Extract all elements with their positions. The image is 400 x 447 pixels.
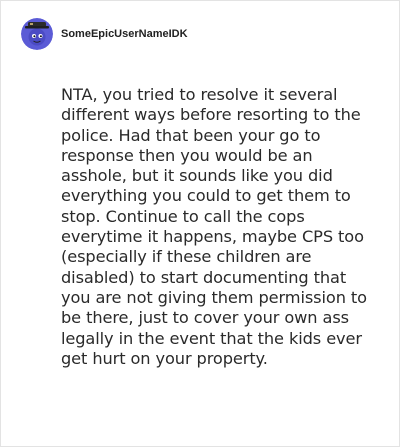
avatar-icon xyxy=(21,18,53,50)
comment-body: NTA, you tried to resolve it several dif… xyxy=(61,85,367,368)
comment-header: SomeEpicUserNameIDK xyxy=(21,17,188,51)
username[interactable]: SomeEpicUserNameIDK xyxy=(61,28,188,40)
comment-card: SomeEpicUserNameIDK NTA, you tried to re… xyxy=(0,0,400,447)
avatar[interactable] xyxy=(21,18,53,50)
